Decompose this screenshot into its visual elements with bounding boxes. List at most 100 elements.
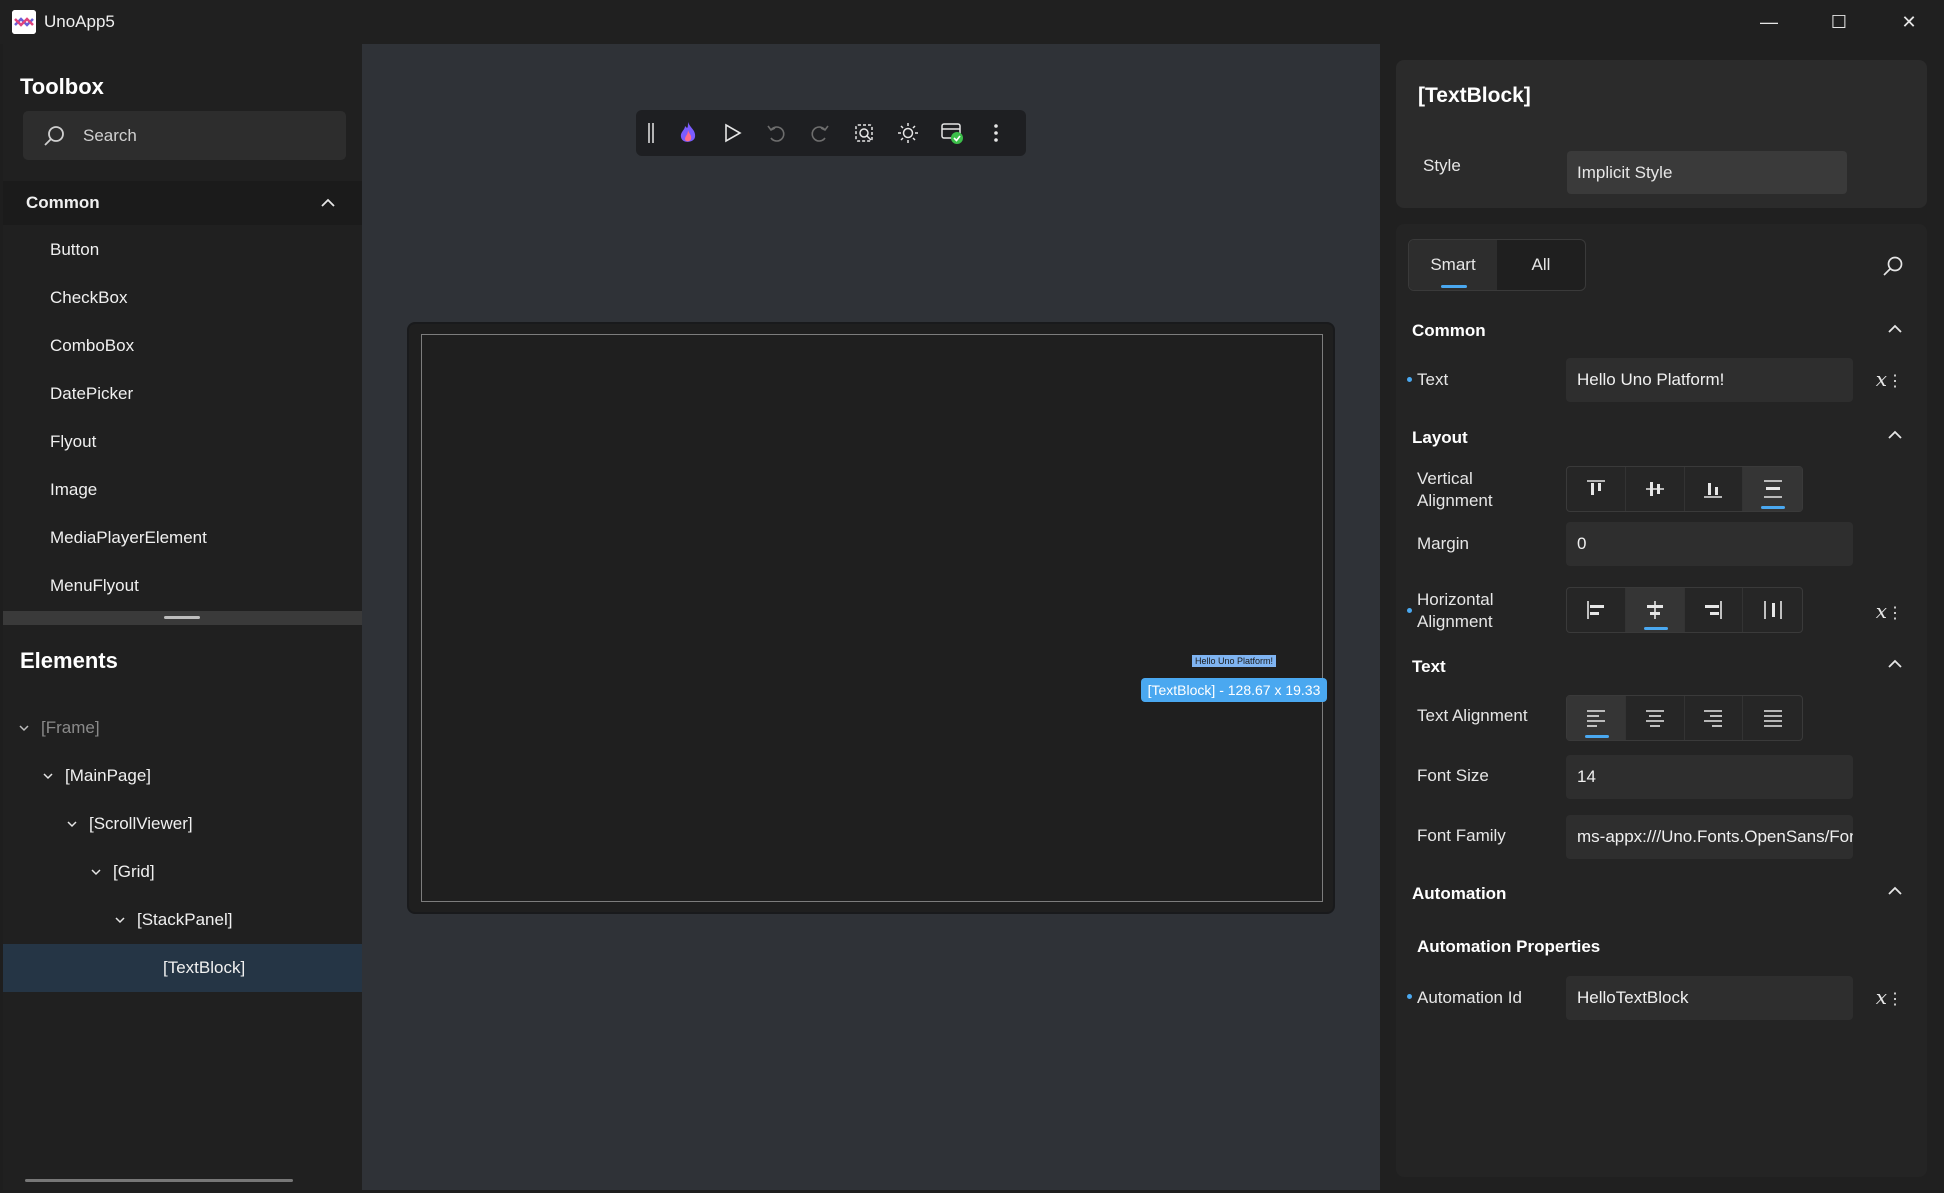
toolbox-item[interactable]: Button <box>3 226 362 274</box>
toolbox-item[interactable]: Image <box>3 466 362 514</box>
section-automation: Automation <box>1412 884 1507 903</box>
connection-status-icon <box>941 123 963 144</box>
valign-bottom-button[interactable] <box>1685 467 1744 511</box>
search-icon[interactable] <box>1881 254 1905 278</box>
chevron-down-icon[interactable] <box>65 817 79 831</box>
tree-item-label: [Grid] <box>113 862 155 881</box>
tree-item-frame[interactable]: [Frame] <box>3 704 362 752</box>
valign-center-button[interactable] <box>1626 467 1685 511</box>
tree-item-textblock[interactable]: [TextBlock] <box>3 944 362 992</box>
toolbox-item[interactable]: MediaPlayerElement <box>3 514 362 562</box>
tree-item-mainpage[interactable]: [MainPage] <box>3 752 362 800</box>
text-align-justify-button[interactable] <box>1743 696 1802 740</box>
panel-splitter[interactable] <box>3 611 362 625</box>
toolbox-group-common[interactable]: Common <box>3 181 362 225</box>
more-vertical-icon: ⋮ <box>1887 371 1903 390</box>
selection-badge: [TextBlock] - 128.67 x 19.33 <box>1141 678 1327 702</box>
tab-all[interactable]: All <box>1497 240 1585 290</box>
margin-label: Margin <box>1417 534 1469 553</box>
chevron-down-icon[interactable] <box>89 865 103 879</box>
halign-center-button[interactable] <box>1625 588 1685 632</box>
more-vertical-icon <box>994 124 998 142</box>
search-icon <box>44 125 64 146</box>
text-alignment-label: Text Alignment <box>1417 706 1528 725</box>
play-icon <box>725 123 742 143</box>
text-align-left-icon <box>1586 710 1605 727</box>
tree-item-scrollviewer[interactable]: [ScrollViewer] <box>3 800 362 848</box>
margin-input[interactable]: 0 <box>1566 522 1853 566</box>
chevron-down-icon[interactable] <box>41 769 55 783</box>
minimize-button[interactable]: — <box>1734 0 1804 44</box>
element-picker-button[interactable] <box>842 110 886 156</box>
modified-indicator <box>1407 608 1412 613</box>
tree-item-grid[interactable]: [Grid] <box>3 848 362 896</box>
chevron-up-icon[interactable] <box>1885 654 1905 674</box>
chevron-up-icon[interactable] <box>1885 319 1905 339</box>
chevron-down-icon[interactable] <box>17 721 31 735</box>
maximize-button[interactable]: ☐ <box>1804 0 1874 44</box>
maximize-icon: ☐ <box>1830 11 1848 32</box>
valign-top-button[interactable] <box>1567 467 1626 511</box>
tree-item-label: [ScrollViewer] <box>89 814 193 833</box>
properties-card: Smart All Common Text Hello Uno Platform… <box>1396 224 1927 1177</box>
toolbox-search-input[interactable]: Search <box>83 126 137 146</box>
toolbox-item[interactable]: CheckBox <box>3 274 362 322</box>
text-alignment-selector <box>1566 695 1803 741</box>
close-icon: ✕ <box>1901 11 1917 32</box>
style-selector[interactable]: Implicit Style <box>1567 151 1847 194</box>
device-frame <box>407 322 1335 914</box>
design-canvas[interactable]: Hello Uno Platform! [TextBlock] - 128.67… <box>362 44 1723 1190</box>
horizontal-scrollbar[interactable] <box>25 1179 293 1182</box>
binding-menu-button[interactable]: x⋮ <box>1876 985 1903 1009</box>
toolbox-item[interactable]: ComboBox <box>3 322 362 370</box>
horizontal-alignment-label: Horizontal Alignment <box>1417 590 1494 631</box>
halign-right-button[interactable] <box>1685 588 1744 632</box>
align-bottom-icon <box>1704 483 1723 498</box>
variable-x-icon: x <box>1875 367 1887 391</box>
automation-id-input[interactable]: HelloTextBlock <box>1566 976 1853 1020</box>
font-size-label: Font Size <box>1417 766 1489 785</box>
chevron-up-icon[interactable] <box>318 193 338 213</box>
play-button[interactable] <box>710 110 754 156</box>
binding-menu-button[interactable]: x⋮ <box>1876 599 1903 623</box>
toolbox-item[interactable]: Flyout <box>3 418 362 466</box>
properties-panel: [TextBlock] Style Implicit Style Smart A… <box>1380 44 1944 1190</box>
text-property-input[interactable]: Hello Uno Platform! <box>1566 358 1853 402</box>
variable-x-icon: x <box>1875 985 1887 1009</box>
align-stretch-horizontal-icon <box>1763 601 1782 619</box>
modified-indicator <box>1407 994 1412 999</box>
toolbox-item[interactable]: DatePicker <box>3 370 362 418</box>
font-size-input[interactable]: 14 <box>1566 755 1853 799</box>
tree-item-stackpanel[interactable]: [StackPanel] <box>3 896 362 944</box>
toolbox-group-label: Common <box>26 193 100 212</box>
hot-design-button[interactable] <box>666 110 710 156</box>
align-top-icon <box>1586 480 1605 495</box>
close-button[interactable]: ✕ <box>1874 0 1944 44</box>
undo-button[interactable] <box>754 110 798 156</box>
more-options-button[interactable] <box>974 110 1018 156</box>
redo-button[interactable] <box>798 110 842 156</box>
toolbar-drag-handle[interactable] <box>636 110 666 156</box>
theme-toggle-button[interactable] <box>886 110 930 156</box>
chevron-up-icon[interactable] <box>1885 425 1905 445</box>
tab-smart[interactable]: Smart <box>1409 240 1497 290</box>
halign-left-button[interactable] <box>1567 588 1626 632</box>
selected-textblock[interactable]: Hello Uno Platform! <box>1192 655 1276 667</box>
chevron-down-icon[interactable] <box>113 913 127 927</box>
binding-menu-button[interactable]: x⋮ <box>1876 367 1903 391</box>
chevron-up-icon[interactable] <box>1885 881 1905 901</box>
status-button[interactable] <box>930 110 974 156</box>
app-viewport[interactable] <box>421 334 1323 902</box>
element-picker-icon <box>855 124 873 142</box>
toolbox-title: Toolbox <box>20 74 104 99</box>
valign-stretch-button[interactable] <box>1743 467 1802 511</box>
toolbox-search[interactable]: Search <box>23 111 346 160</box>
halign-stretch-button[interactable] <box>1743 588 1802 632</box>
splitter-grip[interactable] <box>164 616 200 619</box>
toolbox-item[interactable]: MenuFlyout <box>3 562 362 610</box>
text-align-left-button[interactable] <box>1567 696 1626 740</box>
font-family-input[interactable]: ms-appx:///Uno.Fonts.OpenSans/Fonts/Open… <box>1566 815 1853 859</box>
text-align-center-button[interactable] <box>1626 696 1685 740</box>
title-bar: UnoApp5 — ☐ ✕ <box>0 0 1944 44</box>
text-align-right-button[interactable] <box>1685 696 1744 740</box>
